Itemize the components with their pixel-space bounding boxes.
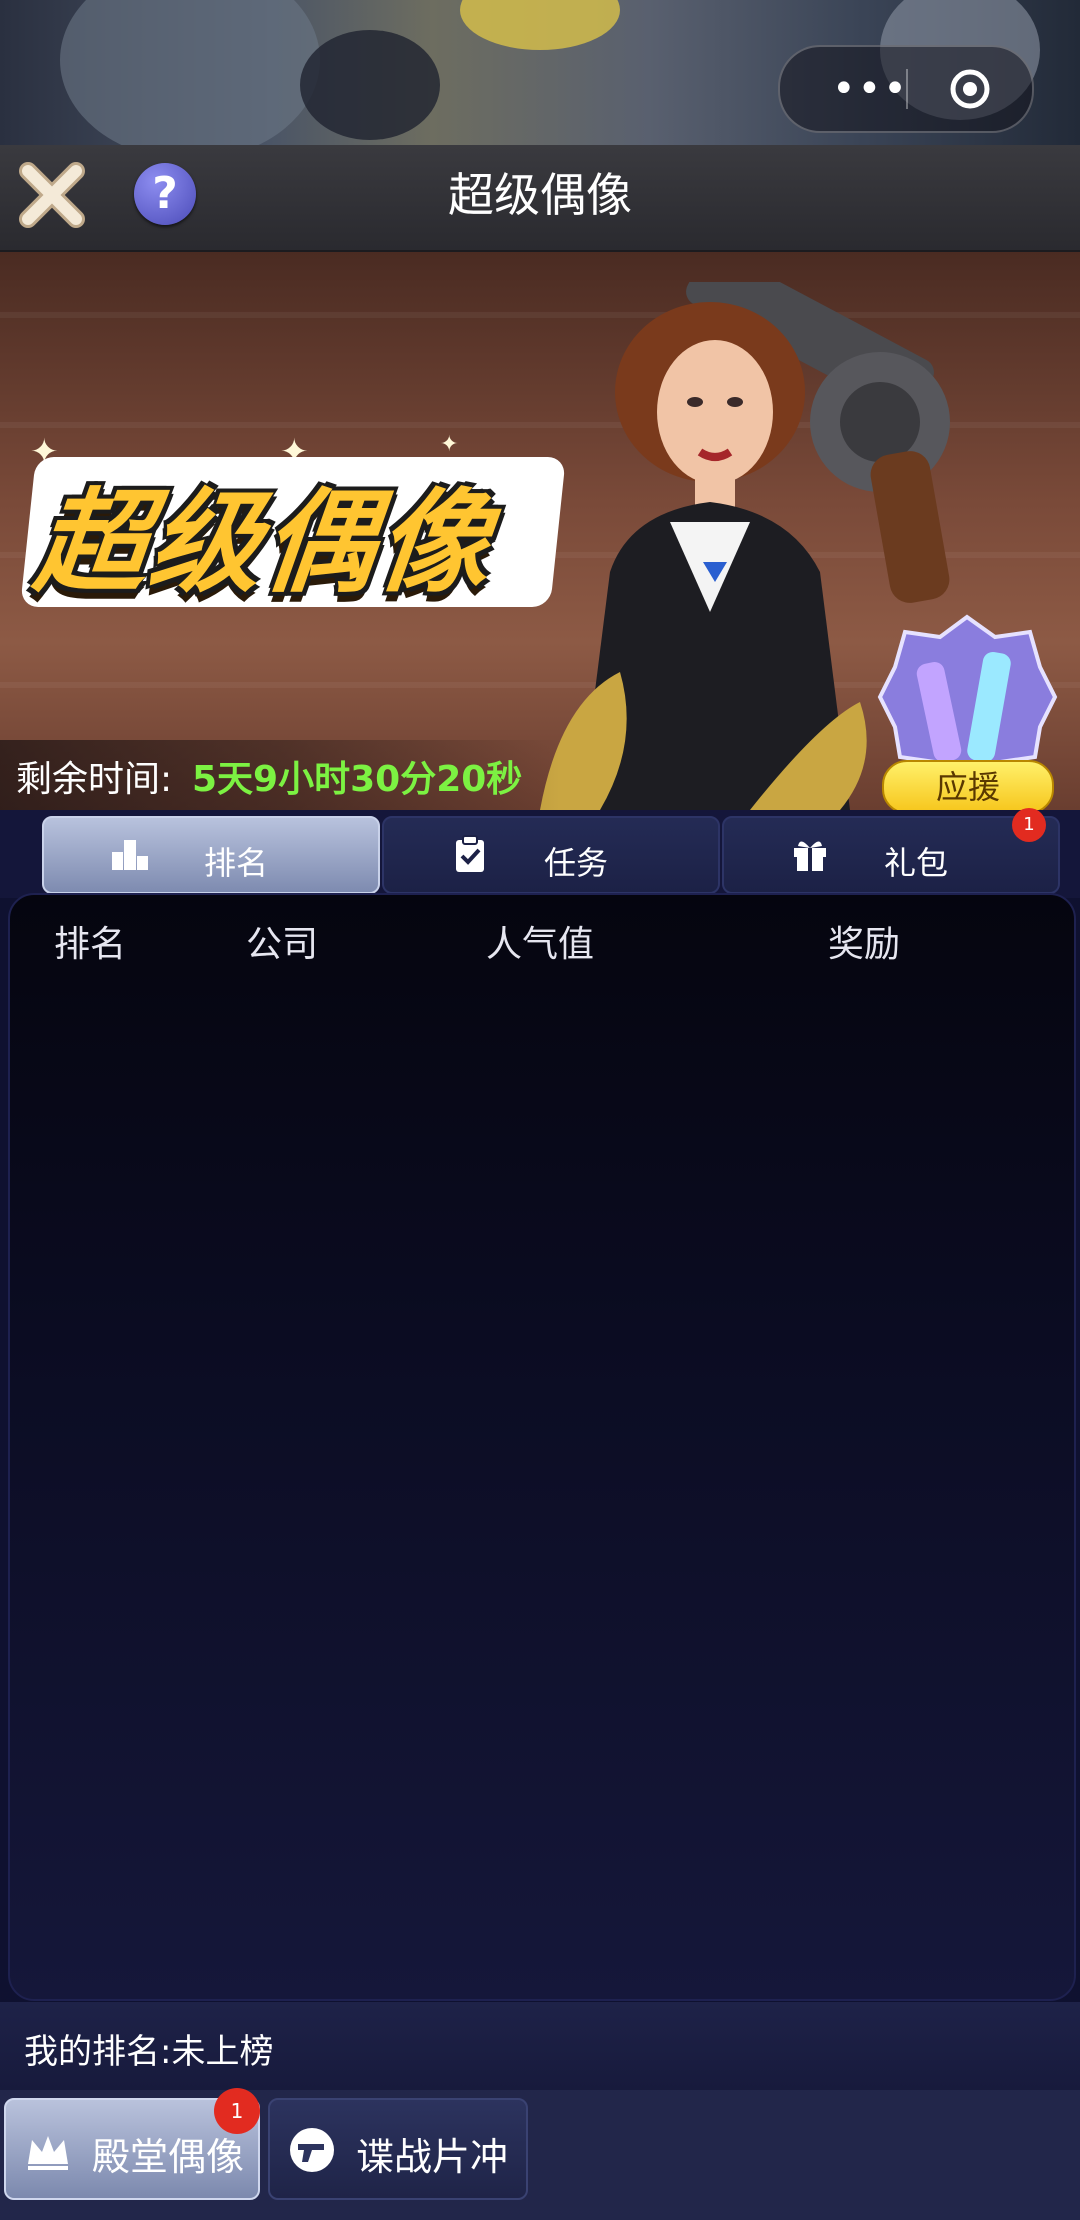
column-header-rank: 排名	[54, 924, 127, 965]
gun-icon	[290, 2128, 334, 2172]
target-circle-icon[interactable]	[948, 67, 992, 111]
gift-icon	[794, 841, 826, 871]
timer-label: 剩余时间:	[16, 759, 173, 800]
tab-label: 排名	[204, 844, 269, 882]
column-header-reward: 奖励	[828, 924, 901, 965]
nav-label: 殿堂偶像	[92, 2135, 245, 2179]
more-dots-icon[interactable]: •••	[832, 69, 909, 109]
crown-icon	[28, 2136, 68, 2170]
tab-ranking[interactable]: 排名	[42, 816, 380, 894]
podium-icon	[112, 840, 148, 870]
mini-program-capsule: •••	[778, 45, 1034, 133]
event-banner: ✦ ✦ ✦ 超级偶像 应援 剩余时间: 5天9小时30分20秒	[0, 252, 1080, 810]
tab-tasks[interactable]: 任务	[382, 816, 720, 894]
tab-label: 任务	[544, 844, 609, 882]
my-rank-label: 我的排名:未上榜	[24, 2032, 274, 2072]
title-bar: ? 超级偶像	[0, 145, 1080, 254]
column-header-popularity: 人气值	[486, 924, 595, 965]
bottom-nav: 殿堂偶像 谍战片冲	[0, 2090, 1080, 2220]
capsule-divider	[906, 69, 908, 109]
ranking-panel: 排名 公司 人气值 奖励	[8, 893, 1076, 2001]
clipboard-check-icon	[456, 835, 484, 872]
background-scene: •••	[0, 0, 1080, 145]
nav-spy-film[interactable]: 谍战片冲	[268, 2098, 528, 2200]
timer-value: 5天9小时30分20秒	[192, 759, 523, 800]
notification-badge: 1	[1012, 808, 1046, 842]
tab-label: 礼包	[884, 844, 949, 882]
column-header-company: 公司	[246, 924, 319, 965]
timer-strip: 剩余时间: 5天9小时30分20秒	[0, 740, 560, 810]
my-rank-bar: 我的排名:未上榜	[0, 2002, 1080, 2090]
nav-label: 谍战片冲	[356, 2135, 509, 2179]
page-title: 超级偶像	[448, 168, 632, 222]
notification-badge: 1	[214, 2088, 260, 2134]
event-logo: 超级偶像	[28, 478, 499, 608]
tab-gifts[interactable]: 礼包	[722, 816, 1060, 894]
tab-bar: 排名 任务 礼包	[0, 810, 1080, 898]
support-button[interactable]: 应援	[882, 760, 1054, 810]
